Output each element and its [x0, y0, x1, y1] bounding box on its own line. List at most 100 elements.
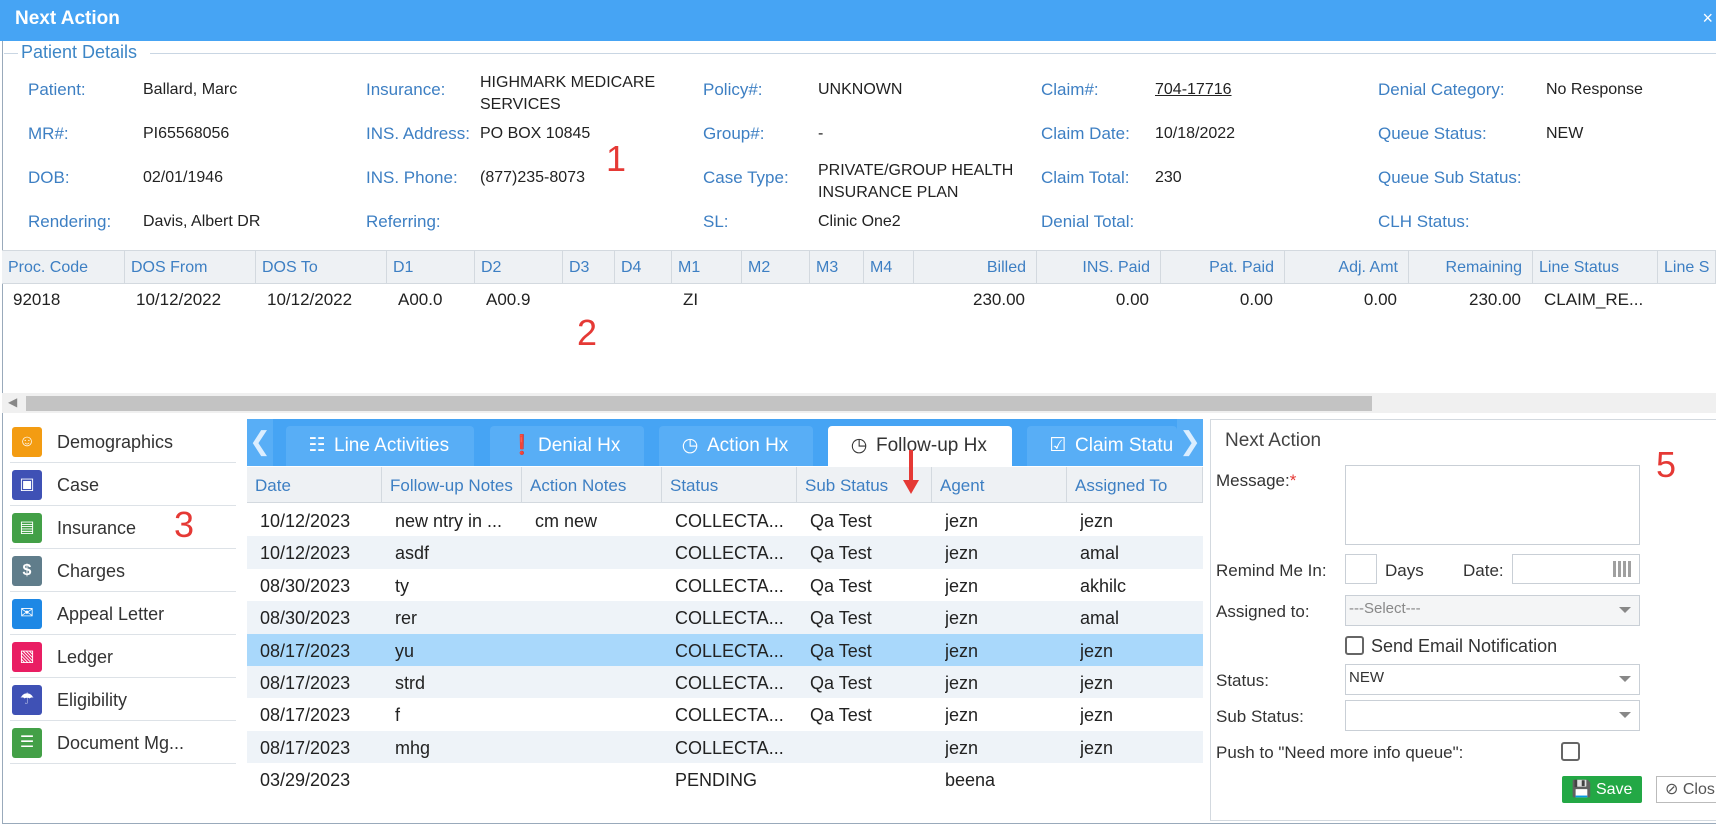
- column-header[interactable]: M4: [864, 251, 914, 284]
- column-header[interactable]: Remaining: [1409, 251, 1533, 284]
- followup-cell: COLLECTA...: [675, 511, 784, 531]
- save-button[interactable]: 💾 Save: [1562, 776, 1642, 803]
- close-button[interactable]: ⊘ Clos: [1656, 776, 1716, 803]
- field-label: Denial Category:: [1378, 80, 1505, 99]
- message-textarea[interactable]: [1345, 465, 1640, 545]
- assigned-to-select[interactable]: ---Select---: [1345, 595, 1640, 626]
- tab-prev-icon[interactable]: ❮: [247, 419, 273, 466]
- message-label: Message:*: [1216, 471, 1297, 490]
- column-header[interactable]: Billed: [914, 251, 1037, 284]
- followup-cell: 08/17/2023: [260, 640, 351, 661]
- send-email-checkbox[interactable]: [1345, 636, 1364, 655]
- tab-line-activities[interactable]: ☷ Line Activities: [286, 426, 474, 466]
- person-icon: ☺: [12, 427, 42, 457]
- close-icon[interactable]: ×: [1702, 8, 1713, 29]
- column-header[interactable]: Date: [247, 467, 382, 503]
- column-header[interactable]: Proc. Code: [2, 251, 125, 284]
- push-queue-checkbox[interactable]: [1561, 742, 1580, 761]
- followup-cell: jezn: [945, 575, 979, 596]
- menu-item-ledger[interactable]: ▧ Ledger: [10, 636, 236, 678]
- column-header[interactable]: Agent: [932, 467, 1067, 503]
- followup-cell: amal: [1080, 608, 1120, 629]
- column-header[interactable]: D4: [615, 251, 672, 284]
- followup-cell: 08/17/2023: [260, 705, 351, 726]
- menu-item-document-mg[interactable]: ☰ Document Mg...: [10, 722, 236, 764]
- column-header[interactable]: Pat. Paid: [1161, 251, 1285, 284]
- field-label: Rendering:: [28, 212, 112, 231]
- column-header[interactable]: Follow-up Notes: [382, 467, 522, 503]
- followup-cell: mhg: [395, 737, 431, 758]
- field-value: Clinic One2: [818, 213, 901, 230]
- date-input[interactable]: [1512, 554, 1640, 584]
- followup-row[interactable]: 08/17/2023 yu COLLECTA... Qa Test jezn jezn: [247, 633, 1203, 666]
- followup-cell: jezn: [945, 608, 979, 629]
- menu-item-charges[interactable]: $ Charges: [10, 550, 236, 592]
- procedure-cell: 0.00: [1239, 290, 1273, 309]
- claim-number-link[interactable]: 704-17716: [1155, 79, 1305, 101]
- column-header[interactable]: D2: [475, 251, 563, 284]
- tab-action-hx[interactable]: ◷ Action Hx: [659, 426, 813, 466]
- remind-days-input[interactable]: [1345, 554, 1377, 584]
- menu-item-eligibility[interactable]: ☂ Eligibility: [10, 679, 236, 721]
- tab-claim-statu[interactable]: ☑ Claim Statu: [1027, 426, 1177, 466]
- column-header[interactable]: Line Status: [1533, 251, 1658, 284]
- scroll-left-icon[interactable]: ◀: [8, 395, 17, 409]
- clock-icon: ◷: [681, 435, 699, 456]
- tab-denial-hx[interactable]: ❗ Denial Hx: [490, 426, 644, 466]
- field-value: PI65568056: [143, 125, 230, 142]
- procedure-cell: 230.00: [973, 290, 1025, 309]
- next-action-title: Next Action: [1225, 430, 1322, 451]
- column-header[interactable]: M3: [810, 251, 864, 284]
- tab-follow-up-hx[interactable]: ◷ Follow-up Hx: [828, 426, 1012, 466]
- horizontal-scrollbar[interactable]: ◀: [2, 393, 1716, 413]
- menu-item-insurance[interactable]: ▤ Insurance: [10, 507, 236, 549]
- column-header[interactable]: M2: [742, 251, 810, 284]
- followup-cell: jezn: [945, 737, 979, 758]
- field-value: PRIVATE/GROUP HEALTH INSURANCE PLAN: [818, 162, 1014, 201]
- fieldset-border: [150, 53, 1716, 54]
- menu-item-appeal-letter[interactable]: ✉ Appeal Letter: [10, 593, 236, 635]
- column-header[interactable]: Line S: [1658, 251, 1716, 284]
- procedure-cell: 0.00: [1115, 290, 1149, 309]
- column-header[interactable]: INS. Paid: [1037, 251, 1161, 284]
- field-label: CLH Status:: [1378, 212, 1470, 231]
- push-queue-label: Push to "Need more info queue":: [1216, 743, 1464, 762]
- column-header[interactable]: DOS From: [125, 251, 256, 284]
- save-icon: 💾: [1571, 781, 1592, 798]
- status-select[interactable]: NEW: [1345, 664, 1640, 695]
- tab-label: Action Hx: [707, 435, 789, 456]
- column-header[interactable]: M1: [672, 251, 742, 284]
- menu-item-case[interactable]: ▣ Case: [10, 464, 236, 506]
- followup-grid-header: Date Follow-up Notes Action Notes Status Sub…: [247, 467, 1203, 503]
- followup-row[interactable]: 03/29/2023 PENDING beena: [247, 763, 1203, 795]
- followup-row[interactable]: 10/12/2023 asdf COLLECTA... Qa Test jezn amal: [247, 536, 1203, 569]
- followup-row[interactable]: 08/30/2023 ty COLLECTA... Qa Test jezn akhilc: [247, 569, 1203, 601]
- sub-status-label: Sub Status:: [1216, 707, 1304, 726]
- scrollbar-thumb[interactable]: [26, 396, 1372, 411]
- case-icon: ▣: [12, 470, 42, 500]
- followup-row[interactable]: 08/30/2023 rer COLLECTA... Qa Test jezn amal: [247, 601, 1203, 634]
- chevron-down-icon: [1619, 607, 1631, 613]
- column-header[interactable]: D1: [387, 251, 475, 284]
- followup-cell: jezn: [945, 640, 979, 661]
- followup-cell: f: [395, 705, 401, 726]
- followup-row[interactable]: 08/17/2023 mhg COLLECTA... jezn jezn: [247, 730, 1203, 764]
- column-header[interactable]: Status: [662, 467, 797, 503]
- column-header[interactable]: Assigned To: [1067, 467, 1203, 503]
- column-header[interactable]: Adj. Amt: [1285, 251, 1409, 284]
- followup-row[interactable]: 10/12/2023 new ntry in ... cm new COLLECTA.…: [247, 504, 1203, 536]
- followup-row[interactable]: 08/17/2023 strd COLLECTA... Qa Test jezn jezn: [247, 666, 1203, 699]
- followup-row[interactable]: 08/17/2023 f COLLECTA... Qa Test jezn jezn: [247, 698, 1203, 730]
- tab-next-icon[interactable]: ❯: [1177, 419, 1203, 466]
- followup-cell: strd: [395, 673, 426, 693]
- tab-label: Line Activities: [334, 435, 450, 456]
- close-circle-icon: ⊘: [1665, 781, 1679, 798]
- sub-status-select[interactable]: [1345, 700, 1640, 731]
- followup-cell: jezn: [945, 673, 979, 693]
- menu-item-demographics[interactable]: ☺ Demographics: [10, 421, 236, 463]
- column-header[interactable]: Action Notes: [522, 467, 662, 503]
- calendar-icon[interactable]: [1613, 561, 1633, 577]
- followup-cell: COLLECTA...: [675, 705, 784, 726]
- column-header[interactable]: DOS To: [256, 251, 387, 284]
- column-header[interactable]: D3: [563, 251, 615, 284]
